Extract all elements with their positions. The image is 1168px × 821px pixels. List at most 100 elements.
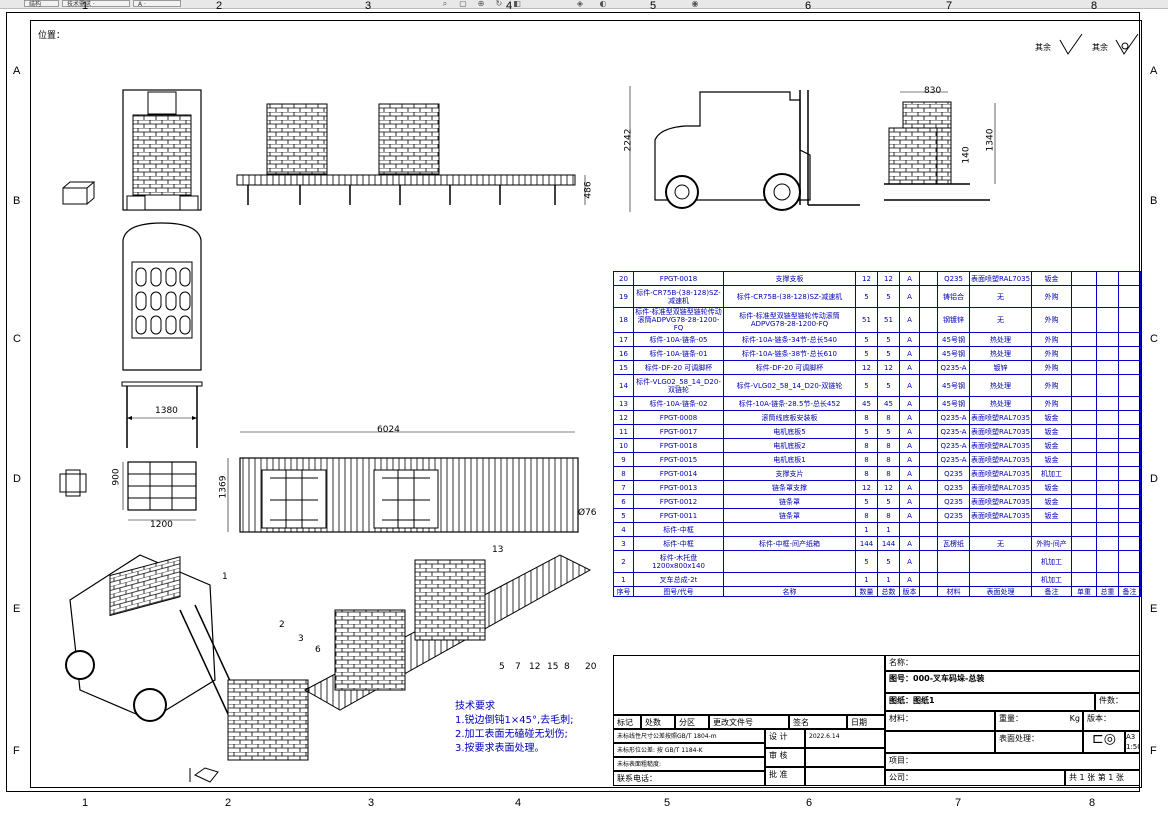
bom-cell: 无 <box>969 536 1032 551</box>
bom-cell <box>919 550 938 573</box>
tb-material: 材料： <box>885 711 995 731</box>
bom-cell <box>1096 360 1119 375</box>
bom-cell: 滚筒线底板安装板 <box>723 410 856 425</box>
bom-row: 17 标件-10A-链条-05 标件-10A-链条-34节-总长540 5 5 A 45号钢… <box>613 332 1141 347</box>
bom-cell <box>1071 536 1097 551</box>
bom-cell: 12 <box>613 410 634 425</box>
bom-cell: 无 <box>969 285 1032 308</box>
bom-cell <box>1118 508 1141 523</box>
bom-cell: 标件-DF-20 可调脚杯 <box>723 360 856 375</box>
bom-cell: FPGT-0012 <box>633 494 724 509</box>
title-block: 名称： 图号：000-叉车码垛-总装 图纸：图纸1 件数： 材料： 重量： Kg… <box>613 655 1140 786</box>
bom-cell: 钣金 <box>1031 438 1072 453</box>
bom-cell: 8 <box>613 466 634 481</box>
bom-row: 2 标件-木托盘1200x800x140 5 5 A 机加工 <box>613 550 1141 573</box>
bom-cell: 外购 <box>1031 332 1072 347</box>
bom-cell: A <box>899 396 920 411</box>
bom-cell <box>1071 452 1097 467</box>
bom-cell: 1 <box>855 522 878 537</box>
bom-row: 16 标件-10A-链条-01 标件-10A-链条-38节-总长610 5 5 A 45号钢… <box>613 346 1141 361</box>
bom-cell: A <box>899 466 920 481</box>
bom-cell <box>1118 438 1141 453</box>
tb-blank <box>885 731 995 753</box>
balloon-1: 1 <box>222 572 228 582</box>
bom-cell <box>1118 480 1141 495</box>
bom-cell <box>919 360 938 375</box>
balloon-5: 5 <box>499 662 505 672</box>
bom-cell <box>919 374 938 397</box>
bom-cell <box>1096 536 1119 551</box>
bom-cell: 标件-VLG02_58_14_D20-双链轮 <box>723 374 856 397</box>
tb-phone: 联系电话： <box>613 771 765 786</box>
bom-cell <box>1071 346 1097 361</box>
bom-cell: 14 <box>613 374 634 397</box>
bom-cell <box>1071 410 1097 425</box>
bom-header-cell <box>919 586 938 597</box>
bom-cell: 45号钢 <box>937 346 970 361</box>
bom-cell: 标件-标准型双链型链轮传动滚筒ADPVG78-28-1200-FQ <box>633 307 724 333</box>
bom-cell: 电机底板5 <box>723 424 856 439</box>
tech-requirements: 技术要求 1.锐边倒钝1×45°,去毛刺; 2.加工表面无磕碰无划伤; 3.按要… <box>455 700 574 756</box>
bom-cell: 标件-中框 <box>633 522 724 537</box>
bom-row: 14 标件-VLG02_58_14_D20-双链轮 标件-VLG02_58_14_D… <box>613 374 1141 397</box>
tb-rev-h1: 标记 <box>613 715 641 729</box>
bom-cell: 8 <box>877 410 900 425</box>
bom-cell: A <box>899 438 920 453</box>
bom-cell: A <box>899 550 920 573</box>
bom-cell: 外购-间产 <box>1031 536 1072 551</box>
bom-cell: 8 <box>855 452 878 467</box>
bom-cell: 1 <box>855 572 878 587</box>
tb-review-val <box>805 748 885 767</box>
bom-cell: 标件-标准型双链型链轮传动滚筒ADPVG78-28-1200-FQ <box>723 307 856 333</box>
tb-rough: 未标表面粗糙度: <box>613 757 765 771</box>
bom-cell: FPGT-0017 <box>633 424 724 439</box>
bom-cell <box>1096 410 1119 425</box>
bom-cell <box>1096 466 1119 481</box>
bom-cell <box>1071 494 1097 509</box>
tb-company: 公司： <box>885 770 1065 786</box>
bom-cell: 表面喷塑RAL7035 <box>969 410 1032 425</box>
bom-cell: 8 <box>877 466 900 481</box>
bom-cell: 外购 <box>1031 360 1072 375</box>
bom-cell <box>723 550 856 573</box>
balloon-2: 2 <box>279 620 285 630</box>
bom-cell <box>1118 424 1141 439</box>
bom-cell: 5 <box>613 508 634 523</box>
tb-rev-empty <box>613 655 885 715</box>
bom-cell: 1 <box>613 572 634 587</box>
bom-cell: 支撑支板 <box>723 271 856 286</box>
bom-cell <box>1118 332 1141 347</box>
bom-cell: 表面喷塑RAL7035 <box>969 452 1032 467</box>
bom-cell <box>1071 360 1097 375</box>
bom-cell: 51 <box>855 307 878 333</box>
bom-cell: A <box>899 346 920 361</box>
bom-cell: 13 <box>613 396 634 411</box>
bom-cell <box>1118 452 1141 467</box>
bom-cell: 11 <box>613 424 634 439</box>
bom-row: 6 FPGT-0012 链条罩 5 5 A Q235 表面喷塑RAL7035 钣金 <box>613 494 1141 509</box>
tb-version: 版本： <box>1083 711 1140 731</box>
tech-line-3: 3.按要求表面处理。 <box>455 743 545 754</box>
bom-cell: 标件-CR75B-(38-128)SZ-减速机 <box>633 285 724 308</box>
bom-cell <box>1096 480 1119 495</box>
bom-cell <box>919 396 938 411</box>
bom-cell: 4 <box>613 522 634 537</box>
bom-cell: 表面喷塑RAL7035 <box>969 424 1032 439</box>
bom-cell: 45号钢 <box>937 332 970 347</box>
bom-cell: FPGT-0013 <box>633 480 724 495</box>
bom-header-cell: 材料 <box>937 586 970 597</box>
bom-cell <box>1096 346 1119 361</box>
balloon-20: 20 <box>585 662 597 672</box>
bom-header-cell: 总数 <box>877 586 900 597</box>
bom-row: 15 标件-DF-20 可调脚杯 标件-DF-20 可调脚杯 12 12 A Q235-A 镀… <box>613 360 1141 375</box>
dim-900: 900 <box>111 468 122 486</box>
bom-cell: 表面喷塑RAL7035 <box>969 466 1032 481</box>
bom-cell <box>919 271 938 286</box>
bom-cell: FPGT-0011 <box>633 508 724 523</box>
tb-sheet: 共 1 张 第 1 张 <box>1065 770 1140 786</box>
bom-cell: 12 <box>855 360 878 375</box>
bom-cell: 标件-10A-链条-05 <box>633 332 724 347</box>
bom-cell <box>1096 522 1119 537</box>
bom-cell: 5 <box>877 550 900 573</box>
bom-cell: A <box>899 332 920 347</box>
